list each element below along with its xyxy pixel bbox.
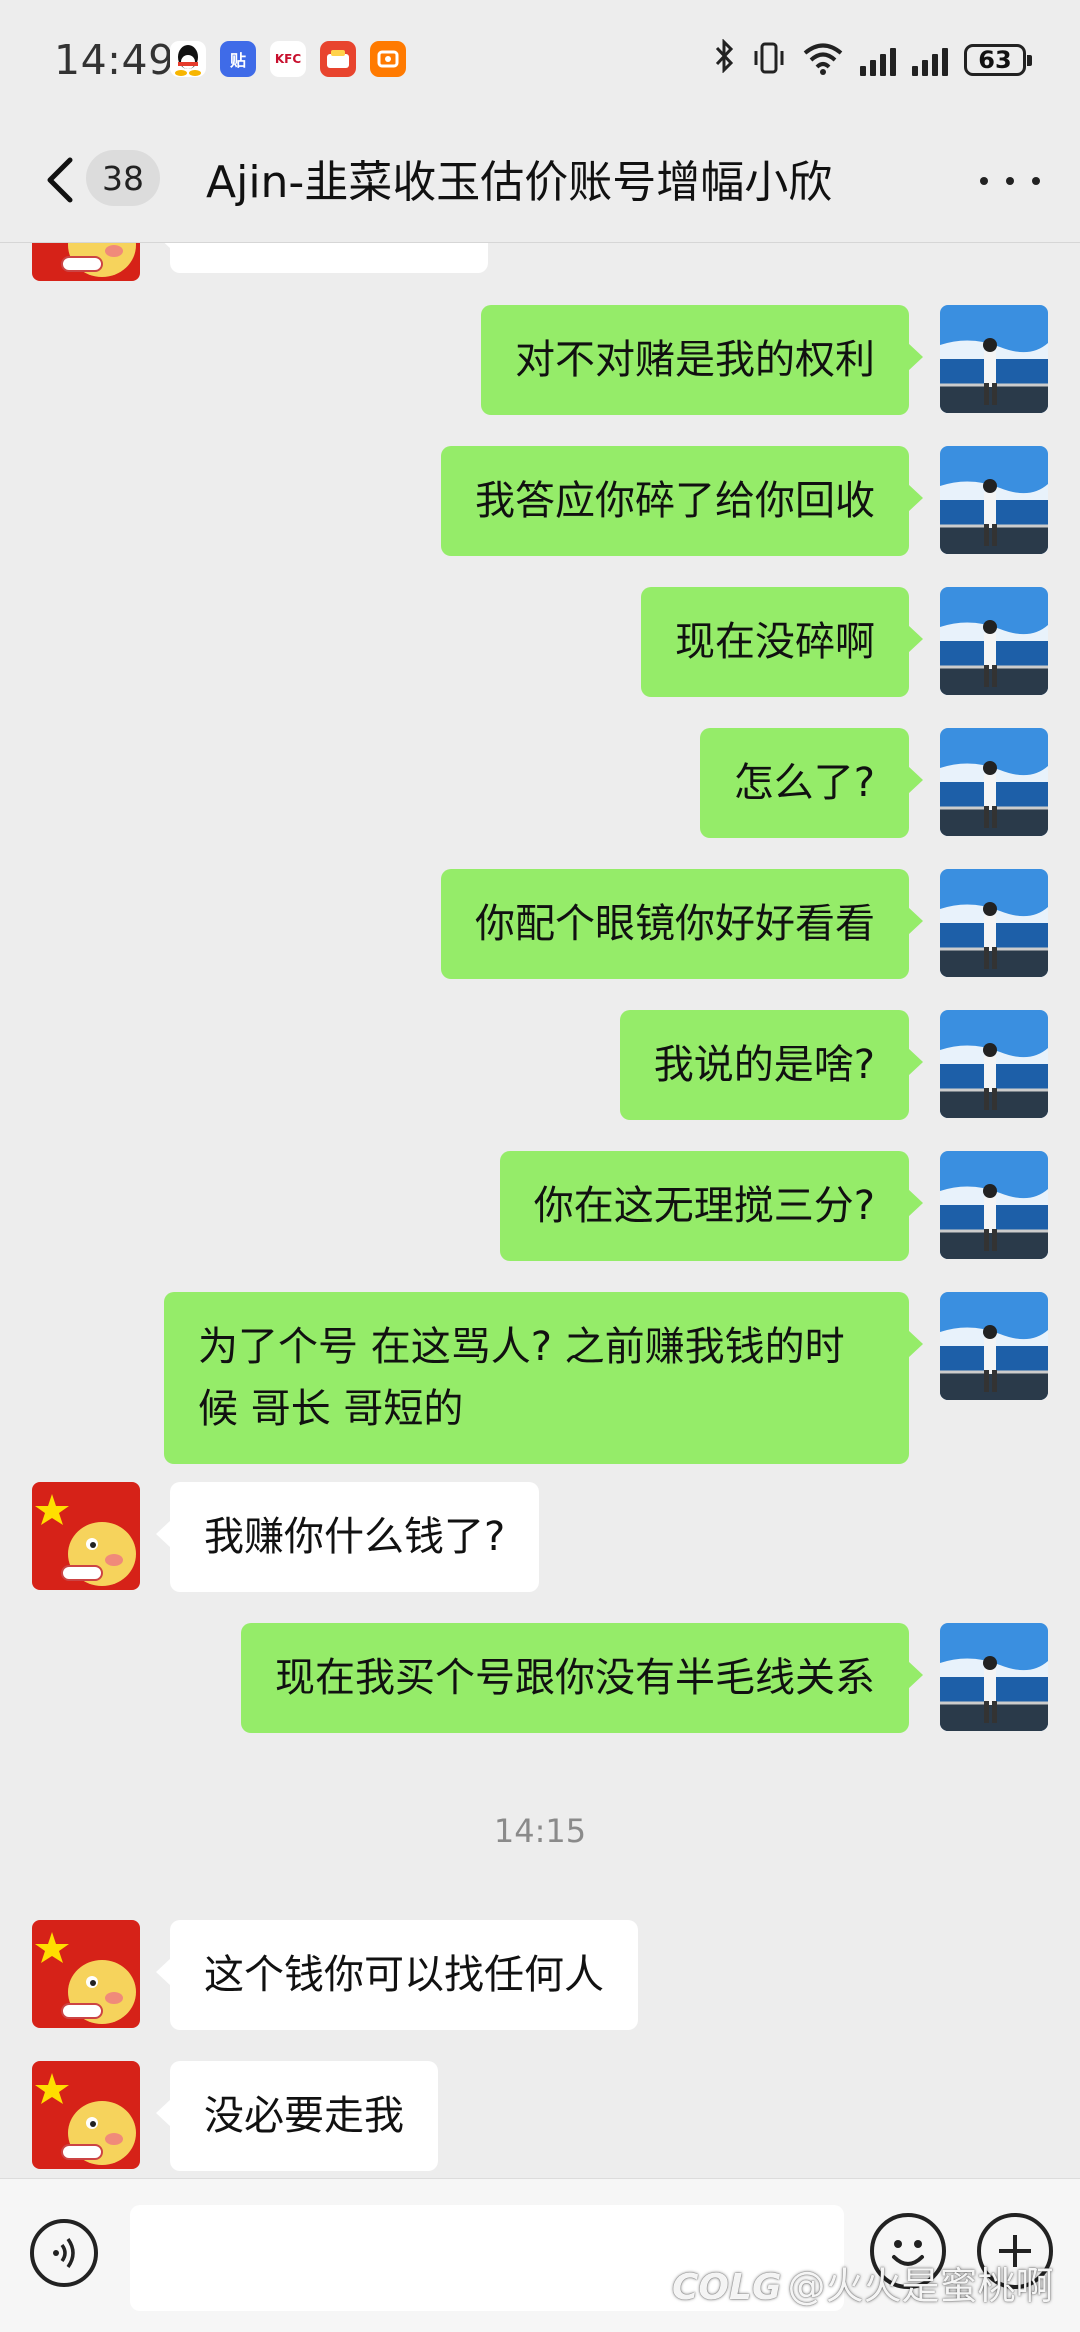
tieba-icon: 贴 bbox=[220, 41, 256, 77]
kfc-icon: KFC bbox=[270, 41, 306, 77]
message-text: 没必要走我 bbox=[204, 2093, 404, 2139]
more-options-button[interactable] bbox=[980, 156, 1040, 206]
my-avatar[interactable] bbox=[940, 1010, 1048, 1118]
message-text: 现在没碎啊 bbox=[675, 619, 875, 665]
chat-title: Ajin-韭菜收玉估价账号增幅小欣 bbox=[206, 157, 833, 208]
signal-icon-1 bbox=[860, 44, 896, 76]
status-indicators: 63 bbox=[714, 38, 1032, 82]
contact-message-bubble[interactable]: 这个钱你可以找任何人 bbox=[156, 1920, 638, 2030]
message-text: 现在我买个号跟你没有半毛线关系 bbox=[275, 1655, 875, 1701]
watermark-text: @火火是蜜桃啊 bbox=[787, 2264, 1054, 2308]
unread-count-badge: 38 bbox=[86, 150, 160, 206]
message-list[interactable]: 对不对赌是我的权利 我答应你碎了给你回收 现在没碎啊 怎么了? 你配个眼镜你好好… bbox=[0, 243, 1080, 2178]
message-text: 对不对赌是我的权利 bbox=[515, 337, 875, 383]
my-message-bubble[interactable]: 你在这无理搅三分? bbox=[499, 1151, 924, 1261]
chat-header: 38 Ajin-韭菜收玉估价账号增幅小欣 bbox=[0, 120, 1080, 243]
my-avatar[interactable] bbox=[940, 1292, 1048, 1400]
message-text: 你配个眼镜你好好看看 bbox=[475, 901, 875, 947]
vibrate-icon bbox=[752, 41, 786, 79]
qq-icon bbox=[170, 41, 206, 77]
voice-button[interactable] bbox=[30, 2219, 98, 2287]
message-text: 这个钱你可以找任何人 bbox=[204, 1952, 604, 1998]
contact-avatar[interactable] bbox=[32, 243, 140, 281]
watermark-logo: COLG bbox=[672, 2267, 782, 2308]
watermark: COLG @火火是蜜桃啊 bbox=[672, 2255, 1054, 2310]
back-button[interactable] bbox=[40, 150, 84, 210]
contact-avatar[interactable] bbox=[32, 1482, 140, 1590]
contact-avatar[interactable] bbox=[32, 1920, 140, 2028]
tieba-icon-label: 贴 bbox=[229, 51, 246, 70]
my-message-bubble[interactable]: 你配个眼镜你好好看看 bbox=[441, 869, 923, 979]
my-avatar[interactable] bbox=[940, 1623, 1048, 1731]
chevron-left-icon bbox=[47, 157, 73, 203]
my-message-bubble[interactable]: 现在我买个号跟你没有半毛线关系 bbox=[241, 1623, 923, 1733]
bluetooth-icon bbox=[714, 38, 736, 81]
message-text: 你在这无理搅三分? bbox=[533, 1183, 875, 1229]
message-timestamp: 14:15 bbox=[493, 1812, 587, 1850]
my-avatar[interactable] bbox=[940, 869, 1048, 977]
my-avatar[interactable] bbox=[940, 1151, 1048, 1259]
my-message-bubble[interactable]: 我说的是啥? bbox=[619, 1010, 924, 1120]
app-notification-icon bbox=[370, 41, 406, 77]
message-text: 我赚你什么钱了? bbox=[204, 1514, 506, 1560]
message-text: 我答应你碎了给你回收 bbox=[475, 478, 875, 524]
food-delivery-icon bbox=[320, 41, 356, 77]
message-text: 我说的是啥? bbox=[653, 1042, 875, 1088]
input-bar: COLG @火火是蜜桃啊 bbox=[0, 2178, 1080, 2332]
message-text: 为了个号 在这骂人? 之前赚我钱的时候 哥长 哥短的 bbox=[198, 1324, 845, 1432]
message-text: 怎么了? bbox=[733, 760, 875, 806]
voice-icon bbox=[53, 2237, 75, 2269]
contact-message-bubble[interactable]: 没必要走我 bbox=[156, 2061, 438, 2171]
signal-icon-2 bbox=[912, 44, 948, 76]
status-bar: 14:49 贴 KFC 63 bbox=[0, 0, 1080, 120]
my-avatar[interactable] bbox=[940, 728, 1048, 836]
my-avatar[interactable] bbox=[940, 305, 1048, 413]
my-message-bubble[interactable]: 为了个号 在这骂人? 之前赚我钱的时候 哥长 哥短的 bbox=[164, 1292, 923, 1464]
my-message-bubble[interactable]: 对不对赌是我的权利 bbox=[481, 305, 923, 415]
my-message-bubble[interactable]: 我答应你碎了给你回收 bbox=[441, 446, 923, 556]
status-time: 14:49 bbox=[54, 36, 175, 84]
partial-message-bubble[interactable] bbox=[156, 243, 488, 273]
contact-avatar[interactable] bbox=[32, 2061, 140, 2169]
kfc-icon-label: KFC bbox=[274, 52, 302, 66]
my-avatar[interactable] bbox=[940, 587, 1048, 695]
wifi-icon bbox=[802, 41, 844, 79]
battery-indicator: 63 bbox=[964, 44, 1032, 76]
my-message-bubble[interactable]: 怎么了? bbox=[699, 728, 924, 838]
my-avatar[interactable] bbox=[940, 446, 1048, 554]
my-message-bubble[interactable]: 现在没碎啊 bbox=[641, 587, 923, 697]
contact-message-bubble[interactable]: 我赚你什么钱了? bbox=[155, 1482, 540, 1592]
